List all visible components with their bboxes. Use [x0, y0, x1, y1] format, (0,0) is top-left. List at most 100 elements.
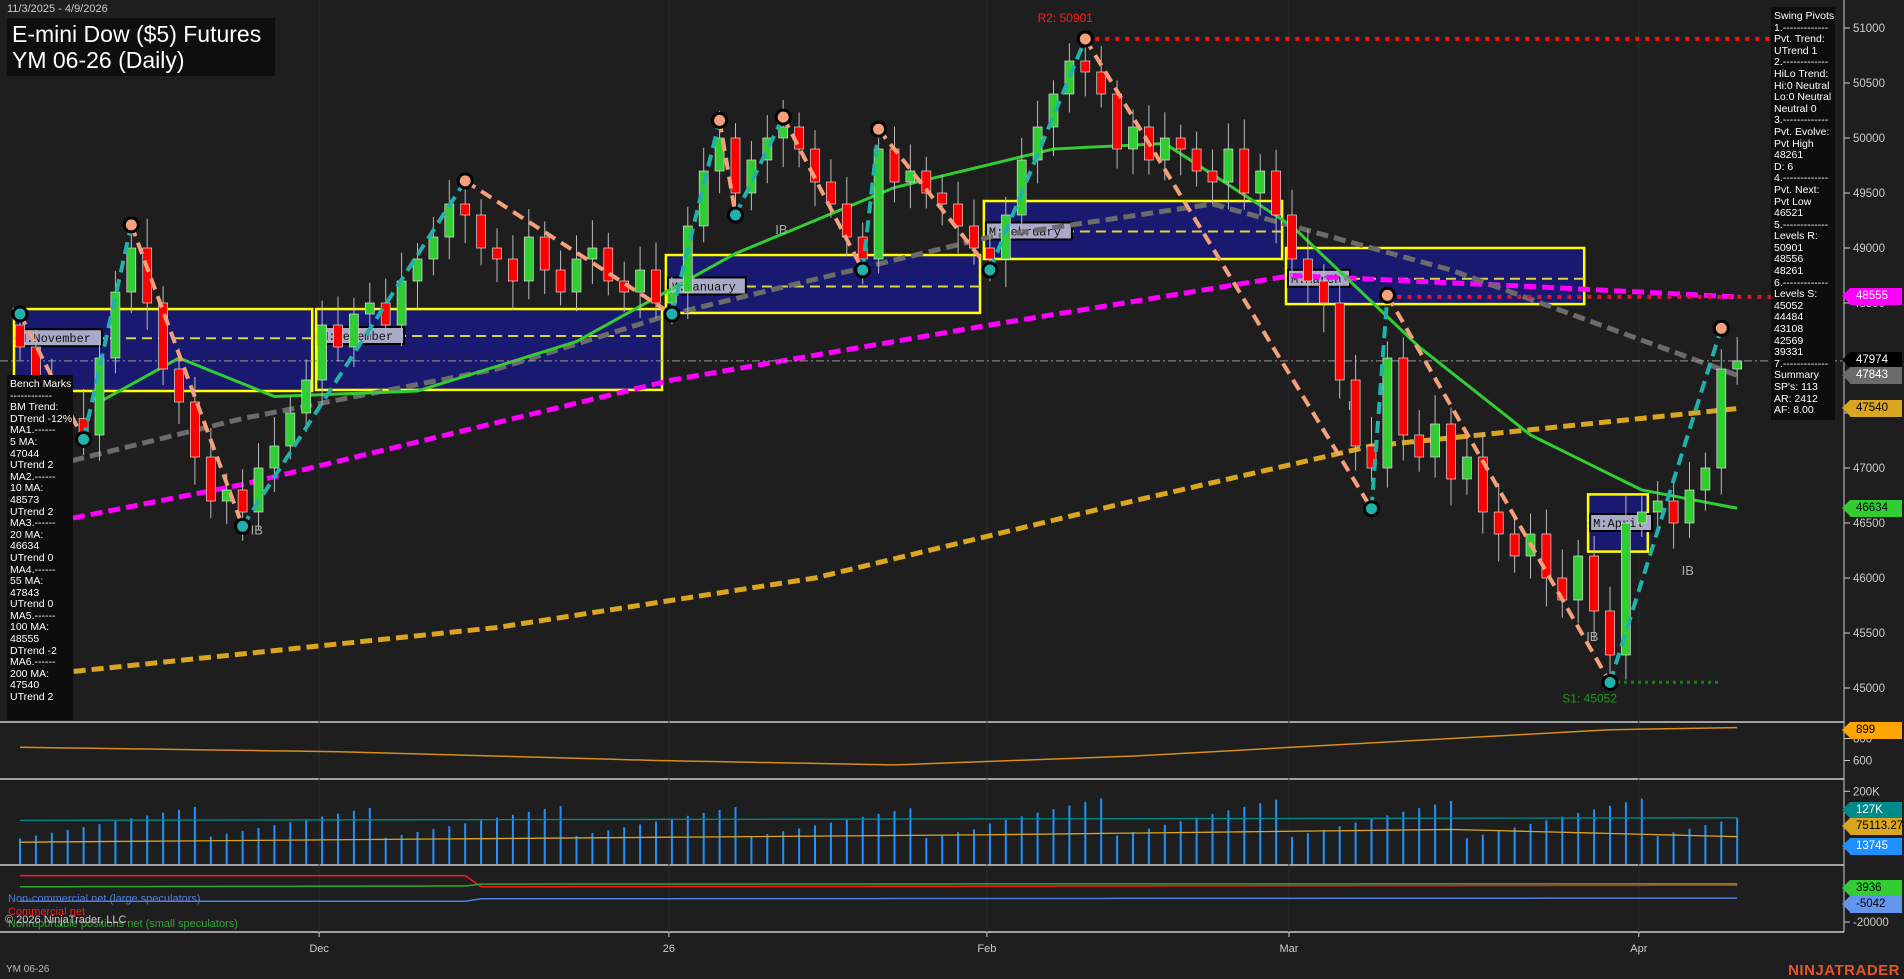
- candle: [285, 396, 296, 460]
- candle-body: [1462, 456, 1472, 480]
- candle-body: [460, 203, 471, 216]
- candle-body: [428, 236, 439, 260]
- y-tick-label: 49000: [1853, 243, 1885, 255]
- candle: [476, 199, 486, 266]
- candle-body: [1303, 258, 1313, 282]
- candle-body: [1318, 280, 1329, 304]
- candle-body: [142, 247, 153, 304]
- candle-body: [380, 302, 391, 326]
- candle: [1668, 477, 1679, 549]
- candle: [1207, 149, 1218, 204]
- candle-body: [571, 258, 582, 293]
- pivot-low-marker: [234, 517, 252, 535]
- swing-line: [781, 116, 865, 271]
- candle: [889, 126, 900, 203]
- panel-line: UTrend 0: [10, 551, 54, 564]
- candle-body: [635, 269, 645, 293]
- pivot-high-marker: [1712, 319, 1730, 337]
- panel-line: 55 MA:: [10, 575, 44, 588]
- y-tick-label: 49500: [1853, 188, 1885, 200]
- candle-body: [1239, 148, 1250, 194]
- pivot-low-marker: [75, 430, 93, 448]
- swing-line: [464, 179, 673, 316]
- candle-body: [126, 247, 137, 293]
- candle: [1096, 46, 1107, 108]
- panel-line: 48261: [1774, 149, 1804, 162]
- candle-body: [1605, 610, 1615, 656]
- panel-line: Bench Marks: [10, 378, 72, 390]
- swing-pivots-panel: Swing Pivots 1.------------- Pvt. Trend: UT…: [1771, 7, 1835, 420]
- panel-line: SP's: 113: [1774, 381, 1818, 393]
- candle-body: [937, 192, 948, 205]
- pivot-low-marker: [11, 305, 29, 323]
- panel-line: MA3.------: [10, 517, 56, 530]
- candle-body: [492, 247, 502, 260]
- candle-body: [778, 126, 789, 139]
- candle: [1048, 80, 1059, 157]
- candle-body: [1128, 126, 1138, 150]
- candle-body: [1668, 500, 1679, 524]
- x-tick-label: Apr: [1630, 943, 1647, 955]
- candle-body: [1541, 533, 1552, 579]
- x-tick-label: Dec: [309, 943, 329, 955]
- candle: [762, 115, 773, 184]
- price-tag: 47540: [1842, 400, 1902, 418]
- candle-body: [205, 456, 216, 502]
- candle-body: [301, 379, 312, 414]
- bench-marks-panel: Bench Marks ------------ BM Trend: DTrend -…: [7, 375, 73, 720]
- ib-label: IB: [251, 522, 263, 537]
- candle-body: [841, 203, 852, 238]
- pivot-low-marker: [1363, 500, 1380, 518]
- candle: [1414, 410, 1425, 472]
- pivot-high-marker: [870, 120, 888, 138]
- candle-body: [1509, 533, 1520, 557]
- candle-body: [15, 324, 25, 348]
- pivot-high-marker: [774, 108, 792, 126]
- s1-label: S1: 45052: [1562, 691, 1617, 705]
- candle-body: [1080, 60, 1091, 73]
- candle-body: [1287, 214, 1297, 260]
- candle-body: [269, 445, 280, 469]
- candle-body: [969, 225, 979, 249]
- panel-line: Lo:0 Neutral: [1774, 91, 1832, 104]
- candle-body: [1175, 137, 1186, 150]
- candle-body: [1112, 93, 1122, 150]
- ib-label: IB: [1682, 563, 1694, 578]
- x-tick-label: 26: [663, 943, 675, 955]
- candle-body: [1191, 148, 1202, 172]
- contract-period: YM 06-26 (Daily): [12, 47, 185, 73]
- candle: [1732, 337, 1743, 385]
- price-tag: 127K: [1842, 801, 1902, 819]
- candle-body: [158, 302, 168, 370]
- price-tag: 75113.27: [1842, 817, 1903, 835]
- copyright: © 2026 NinjaTrader, LLC: [5, 914, 127, 926]
- y-tick-label: 46000: [1853, 573, 1885, 585]
- candle: [587, 220, 598, 285]
- candle: [1064, 43, 1075, 113]
- panel-line: 43108: [1774, 323, 1804, 336]
- candle: [937, 174, 948, 226]
- candle: [555, 250, 566, 306]
- candle-body: [555, 269, 566, 293]
- pivot-low-marker: [854, 261, 872, 279]
- pivot-high-marker: [711, 111, 729, 129]
- candle-body: [174, 368, 184, 403]
- pivot-high-marker: [1378, 286, 1396, 304]
- candle-body: [1271, 170, 1281, 216]
- candle: [953, 181, 963, 254]
- candle-body: [985, 247, 995, 260]
- candle: [921, 156, 932, 209]
- panel-line: AF: 8.00: [1774, 404, 1814, 417]
- y-tick-label: -20000: [1853, 917, 1889, 929]
- swing-line: [733, 116, 785, 216]
- symbol-label: YM 06-26: [6, 964, 50, 975]
- candle: [1573, 539, 1584, 624]
- candle-body: [317, 324, 327, 381]
- panel-line: Pvt. Evolve:: [1774, 125, 1830, 138]
- panel-line: UTrend 2: [10, 691, 54, 704]
- candle-body: [444, 203, 455, 238]
- panel-line: HiLo Trend:: [1774, 67, 1829, 80]
- panel-line: Swing Pivots: [1774, 10, 1835, 22]
- price-chart[interactable]: 4500045500460004650047000475004800048500…: [0, 0, 1904, 979]
- x-tick-label: Feb: [977, 943, 996, 955]
